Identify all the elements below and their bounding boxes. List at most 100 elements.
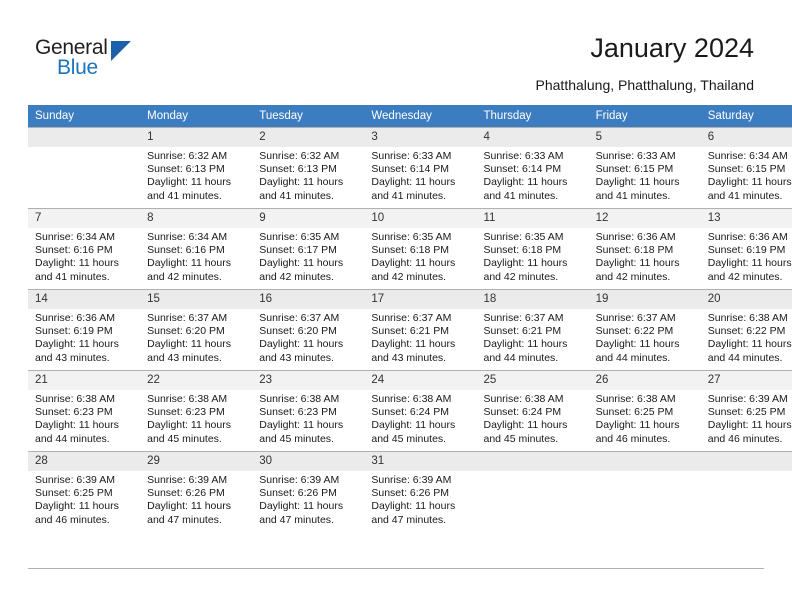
sunrise-text: Sunrise: 6:37 AM — [259, 312, 340, 324]
day-number: 16 — [252, 290, 365, 309]
sunrise-text: Sunrise: 6:34 AM — [707, 150, 788, 162]
daylight-text: Daylight: 11 hours and 41 minutes. — [259, 176, 344, 202]
calendar-day-cell[interactable]: 30 Sunrise: 6:39 AM Sunset: 6:26 PM Dayligh… — [252, 451, 365, 532]
general-blue-logo[interactable]: General Blue — [35, 36, 165, 84]
daylight-text: Daylight: 11 hours and 44 minutes. — [707, 338, 792, 364]
daylight-text: Daylight: 11 hours and 43 minutes. — [147, 338, 231, 364]
calendar-day-cell[interactable]: 8 Sunrise: 6:34 AM Sunset: 6:16 PM Daylight… — [140, 208, 253, 290]
daylight-text: Daylight: 11 hours and 41 minutes. — [707, 176, 792, 202]
day-sun-info: Sunrise: 6:39 AM Sunset: 6:25 PM Daylight:… — [701, 390, 792, 446]
day-sun-info: Sunrise: 6:33 AM Sunset: 6:14 PM Daylight:… — [364, 147, 476, 203]
daylight-text: Daylight: 11 hours and 41 minutes. — [595, 176, 680, 202]
calendar-day-cell[interactable]: 7 Sunrise: 6:34 AM Sunset: 6:16 PM Daylight… — [28, 208, 141, 290]
calendar-day-cell[interactable]: 31 Sunrise: 6:39 AM Sunset: 6:26 PM Dayligh… — [364, 451, 477, 532]
day-sun-info: Sunrise: 6:35 AM Sunset: 6:18 PM Daylight:… — [477, 228, 589, 284]
calendar-day-cell[interactable]: 19 Sunrise: 6:37 AM Sunset: 6:22 PM Dayligh… — [588, 289, 701, 371]
day-sun-info: Sunrise: 6:36 AM Sunset: 6:18 PM Daylight:… — [589, 228, 701, 284]
calendar-day-cell[interactable]: 14 Sunrise: 6:36 AM Sunset: 6:19 PM Dayligh… — [28, 289, 141, 371]
daylight-text: Daylight: 11 hours and 45 minutes. — [483, 419, 568, 445]
sunrise-text: Sunrise: 6:33 AM — [483, 150, 564, 162]
calendar-day-cell-empty — [476, 451, 589, 532]
sunset-text: Sunset: 6:13 PM — [147, 163, 225, 176]
sunrise-text: Sunrise: 6:36 AM — [35, 312, 115, 324]
day-sun-info: Sunrise: 6:37 AM Sunset: 6:21 PM Daylight:… — [364, 309, 476, 365]
day-number: 10 — [364, 209, 477, 228]
day-number: 12 — [588, 209, 701, 228]
calendar-week-row: 14 Sunrise: 6:36 AM Sunset: 6:19 PM Dayligh… — [28, 289, 792, 371]
calendar-day-cell[interactable]: 27 Sunrise: 6:39 AM Sunset: 6:25 PM Dayligh… — [700, 370, 792, 452]
calendar-day-cell[interactable]: 6 Sunrise: 6:34 AM Sunset: 6:15 PM Daylight… — [700, 127, 792, 209]
day-sun-info: Sunrise: 6:37 AM Sunset: 6:20 PM Daylight:… — [140, 309, 252, 365]
calendar-day-cell[interactable]: 2 Sunrise: 6:32 AM Sunset: 6:13 PM Daylight… — [252, 127, 365, 209]
sunrise-text: Sunrise: 6:39 AM — [259, 474, 340, 486]
sunset-text: Sunset: 6:26 PM — [371, 487, 450, 500]
day-number: 8 — [140, 209, 253, 228]
calendar-day-cell[interactable]: 16 Sunrise: 6:37 AM Sunset: 6:20 PM Dayligh… — [252, 289, 365, 371]
day-number: 3 — [364, 128, 477, 147]
calendar-week-row: 1 Sunrise: 6:32 AM Sunset: 6:13 PM Daylight… — [28, 127, 792, 209]
day-sun-info: Sunrise: 6:33 AM Sunset: 6:15 PM Daylight:… — [589, 147, 701, 203]
day-number: 22 — [140, 371, 253, 390]
calendar-day-cell[interactable]: 17 Sunrise: 6:37 AM Sunset: 6:21 PM Dayligh… — [364, 289, 477, 371]
day-sun-info: Sunrise: 6:39 AM Sunset: 6:26 PM Daylight:… — [364, 471, 476, 527]
calendar-day-cell[interactable]: 11 Sunrise: 6:35 AM Sunset: 6:18 PM Dayligh… — [476, 208, 589, 290]
calendar-day-cell[interactable]: 3 Sunrise: 6:33 AM Sunset: 6:14 PM Daylight… — [364, 127, 477, 209]
calendar-day-cell[interactable]: 28 Sunrise: 6:39 AM Sunset: 6:25 PM Dayligh… — [28, 451, 141, 532]
weekday-header-friday: Friday — [588, 105, 701, 128]
day-number: 26 — [588, 371, 701, 390]
daylight-text: Daylight: 11 hours and 44 minutes. — [595, 338, 680, 364]
daylight-text: Daylight: 11 hours and 42 minutes. — [147, 257, 231, 283]
calendar-day-cell[interactable]: 18 Sunrise: 6:37 AM Sunset: 6:21 PM Dayligh… — [476, 289, 589, 371]
sunset-text: Sunset: 6:22 PM — [707, 325, 786, 338]
day-sun-info: Sunrise: 6:38 AM Sunset: 6:24 PM Daylight:… — [364, 390, 476, 446]
calendar-day-cell[interactable]: 29 Sunrise: 6:39 AM Sunset: 6:26 PM Dayligh… — [140, 451, 253, 532]
day-sun-info: Sunrise: 6:39 AM Sunset: 6:26 PM Daylight:… — [140, 471, 252, 527]
calendar-day-cell[interactable]: 26 Sunrise: 6:38 AM Sunset: 6:25 PM Dayligh… — [588, 370, 701, 452]
sunrise-text: Sunrise: 6:37 AM — [595, 312, 676, 324]
day-number: 28 — [28, 452, 141, 471]
sunrise-text: Sunrise: 6:35 AM — [371, 231, 452, 243]
daylight-text: Daylight: 11 hours and 42 minutes. — [707, 257, 792, 283]
calendar-day-cell[interactable]: 10 Sunrise: 6:35 AM Sunset: 6:18 PM Dayligh… — [364, 208, 477, 290]
day-number: 9 — [252, 209, 365, 228]
day-number: 7 — [28, 209, 141, 228]
calendar-day-cell[interactable]: 22 Sunrise: 6:38 AM Sunset: 6:23 PM Dayligh… — [140, 370, 253, 452]
calendar-body: 1 Sunrise: 6:32 AM Sunset: 6:13 PM Daylight… — [28, 127, 792, 532]
calendar-day-cell[interactable]: 1 Sunrise: 6:32 AM Sunset: 6:13 PM Daylight… — [140, 127, 253, 209]
calendar-day-cell[interactable]: 13 Sunrise: 6:36 AM Sunset: 6:19 PM Dayligh… — [700, 208, 792, 290]
sunset-text: Sunset: 6:20 PM — [147, 325, 225, 338]
daylight-text: Daylight: 11 hours and 41 minutes. — [371, 176, 456, 202]
day-number: 2 — [252, 128, 365, 147]
sunset-text: Sunset: 6:18 PM — [483, 244, 562, 257]
calendar-day-cell[interactable]: 21 Sunrise: 6:38 AM Sunset: 6:23 PM Dayligh… — [28, 370, 141, 452]
sunset-text: Sunset: 6:25 PM — [595, 406, 674, 419]
sunrise-text: Sunrise: 6:37 AM — [483, 312, 564, 324]
daylight-text: Daylight: 11 hours and 44 minutes. — [483, 338, 568, 364]
calendar-day-cell-empty — [700, 451, 792, 532]
daylight-text: Daylight: 11 hours and 43 minutes. — [259, 338, 344, 364]
day-number: 20 — [700, 290, 792, 309]
calendar-day-cell[interactable]: 9 Sunrise: 6:35 AM Sunset: 6:17 PM Daylight… — [252, 208, 365, 290]
calendar-day-cell[interactable]: 15 Sunrise: 6:37 AM Sunset: 6:20 PM Dayligh… — [140, 289, 253, 371]
daylight-text: Daylight: 11 hours and 45 minutes. — [147, 419, 231, 445]
sunrise-text: Sunrise: 6:35 AM — [259, 231, 340, 243]
calendar-day-cell[interactable]: 24 Sunrise: 6:38 AM Sunset: 6:24 PM Dayligh… — [364, 370, 477, 452]
day-sun-info: Sunrise: 6:38 AM Sunset: 6:23 PM Daylight:… — [28, 390, 140, 446]
sunrise-text: Sunrise: 6:38 AM — [259, 393, 340, 405]
sunset-text: Sunset: 6:25 PM — [707, 406, 786, 419]
calendar-day-cell[interactable]: 4 Sunrise: 6:33 AM Sunset: 6:14 PM Daylight… — [476, 127, 589, 209]
day-number: 21 — [28, 371, 141, 390]
day-number: 15 — [140, 290, 253, 309]
logo-triangle-icon — [111, 41, 131, 61]
sunrise-text: Sunrise: 6:39 AM — [707, 393, 788, 405]
sunset-text: Sunset: 6:22 PM — [595, 325, 674, 338]
day-sun-info: Sunrise: 6:38 AM Sunset: 6:24 PM Daylight:… — [477, 390, 589, 446]
calendar-day-cell[interactable]: 20 Sunrise: 6:38 AM Sunset: 6:22 PM Dayligh… — [700, 289, 792, 371]
day-number — [476, 452, 589, 471]
calendar-day-cell[interactable]: 12 Sunrise: 6:36 AM Sunset: 6:18 PM Dayligh… — [588, 208, 701, 290]
calendar-day-cell[interactable]: 23 Sunrise: 6:38 AM Sunset: 6:23 PM Dayligh… — [252, 370, 365, 452]
calendar-day-cell[interactable]: 5 Sunrise: 6:33 AM Sunset: 6:15 PM Daylight… — [588, 127, 701, 209]
page-subtitle-location: Phatthalung, Phatthalung, Thailand — [535, 77, 754, 93]
daylight-text: Daylight: 11 hours and 43 minutes. — [35, 338, 119, 364]
calendar-day-cell[interactable]: 25 Sunrise: 6:38 AM Sunset: 6:24 PM Dayligh… — [476, 370, 589, 452]
